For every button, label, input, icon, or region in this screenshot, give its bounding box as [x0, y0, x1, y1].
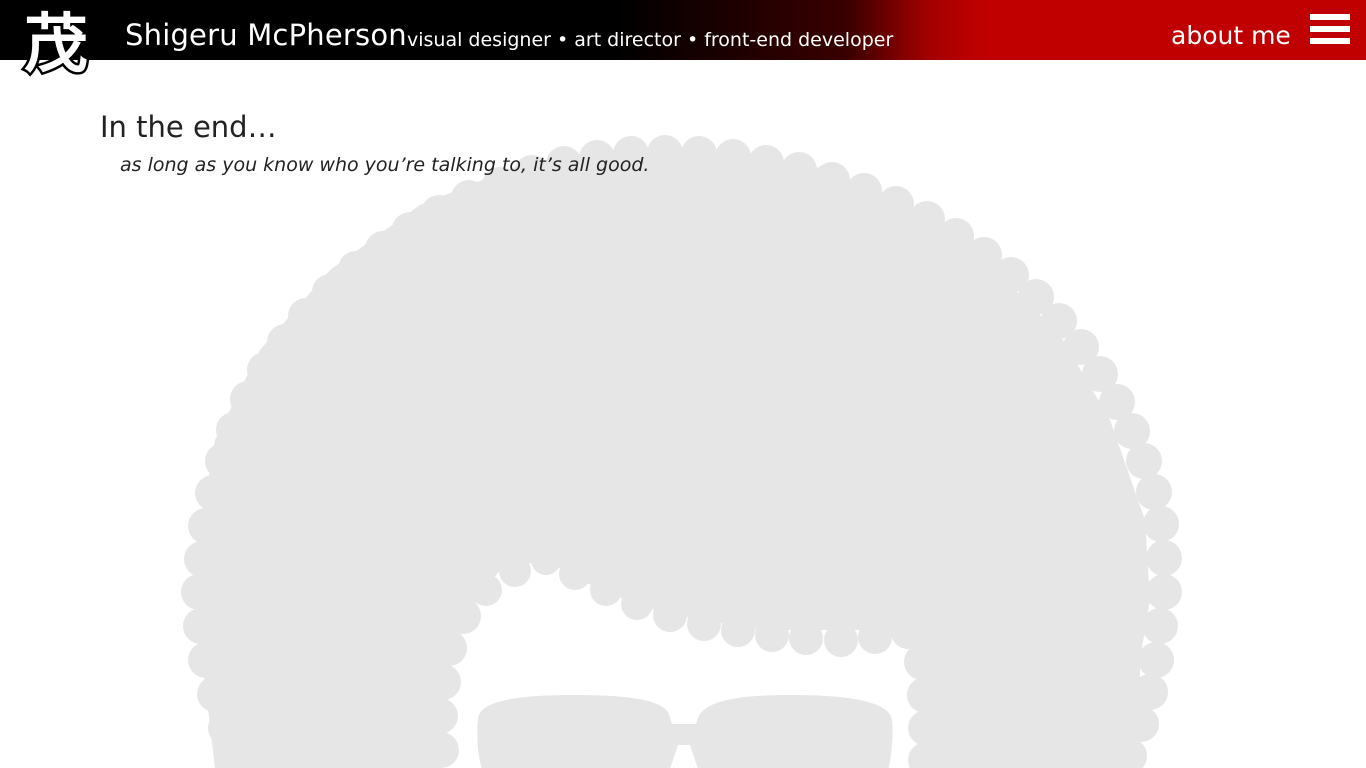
menu-bar-middle: [1310, 26, 1350, 32]
page-headline: In the end…: [100, 110, 277, 144]
afro-outer-curl-1: [208, 710, 244, 746]
afro-outer-curl-27: [681, 136, 717, 172]
afro-inner-curl-6: [499, 555, 531, 587]
site-tagline: visual designer • art director • front-e…: [407, 29, 894, 51]
afro-inner-curl-19: [904, 644, 940, 680]
afro-core: [198, 150, 1150, 768]
afro-inner-curl-11: [653, 598, 687, 632]
afro-inner-curl-4: [445, 598, 481, 634]
site-name[interactable]: Shigeru McPherson: [125, 15, 407, 55]
afro-outer-curl-32: [846, 173, 882, 209]
afro-inner-curl-20: [907, 677, 943, 713]
afro-outer-curl-8: [195, 475, 231, 511]
afro-outer-curl-3: [188, 642, 224, 678]
afro-outer-curl-46: [1143, 506, 1179, 542]
afro-outer-curl-30: [781, 152, 817, 188]
menu-bar-top: [1310, 14, 1350, 20]
afro-outer-curl-2: [197, 676, 233, 712]
afro-outer-curl-7: [188, 508, 224, 544]
afro-outer-curl-31: [814, 162, 850, 198]
afro-outer-curl-33: [878, 186, 914, 222]
afro-inner-curl-17: [858, 620, 892, 654]
afro-inner-curl-15: [789, 621, 823, 655]
page: 茂 Shigeru McPherson visual designer • ar…: [0, 0, 1366, 768]
kanji-logo-icon[interactable]: 茂: [18, 2, 94, 85]
afro-outer-curl-47: [1146, 540, 1182, 576]
afro-inner-curl-3: [431, 630, 467, 666]
afro-inner-curl-14: [755, 618, 789, 652]
afro-outer-curl-28: [715, 139, 751, 175]
sunglasses-shape: [477, 695, 893, 768]
menu-bar-bottom: [1310, 38, 1350, 44]
afro-outer-curl-50: [1138, 642, 1174, 678]
afro-inner-curl-13: [721, 613, 755, 647]
logo-glyph: 茂: [24, 7, 88, 82]
hamburger-menu-icon[interactable]: [1310, 14, 1350, 46]
afro-inner-curl-2: [425, 664, 461, 700]
afro-inner-curl-16: [824, 623, 858, 657]
afro-outer-curl-44: [1126, 443, 1162, 479]
afro-outer-curl-52: [1123, 706, 1159, 742]
afro-inner-curl-10: [621, 588, 653, 620]
afro-outer-curl-45: [1136, 474, 1172, 510]
afro-outer-curl-4: [183, 608, 219, 644]
page-subline: as long as you know who you’re talking t…: [120, 154, 650, 176]
afro-outer-curl-51: [1132, 674, 1168, 710]
afro-inner-curl-7: [531, 545, 561, 575]
afro-inner-curl-0: [423, 732, 459, 768]
afro-outer-curl-48: [1146, 574, 1182, 610]
afro-outer-curl-9: [205, 443, 241, 479]
afro-inner-curl-8: [559, 558, 591, 590]
afro-inner-curl-9: [590, 574, 622, 606]
afro-inner-curl-18: [891, 615, 925, 649]
afro-hair-shape: [181, 135, 1182, 768]
afro-outer-curl-10: [216, 412, 252, 448]
afro-outer-curl-20: [451, 180, 487, 216]
afro-inner-curl-5: [470, 574, 502, 606]
afro-outer-curl-26: [647, 135, 683, 171]
afro-outer-curl-49: [1142, 608, 1178, 644]
afro-inner-curl-1: [422, 698, 458, 734]
afro-outer-curl-29: [748, 145, 784, 181]
about-me-link[interactable]: about me: [1171, 18, 1291, 54]
afro-outer-curl-5: [181, 574, 217, 610]
afro-inner-curl-12: [687, 607, 721, 641]
afro-inner-curl-21: [908, 710, 944, 746]
afro-outer-curl-6: [184, 541, 220, 577]
